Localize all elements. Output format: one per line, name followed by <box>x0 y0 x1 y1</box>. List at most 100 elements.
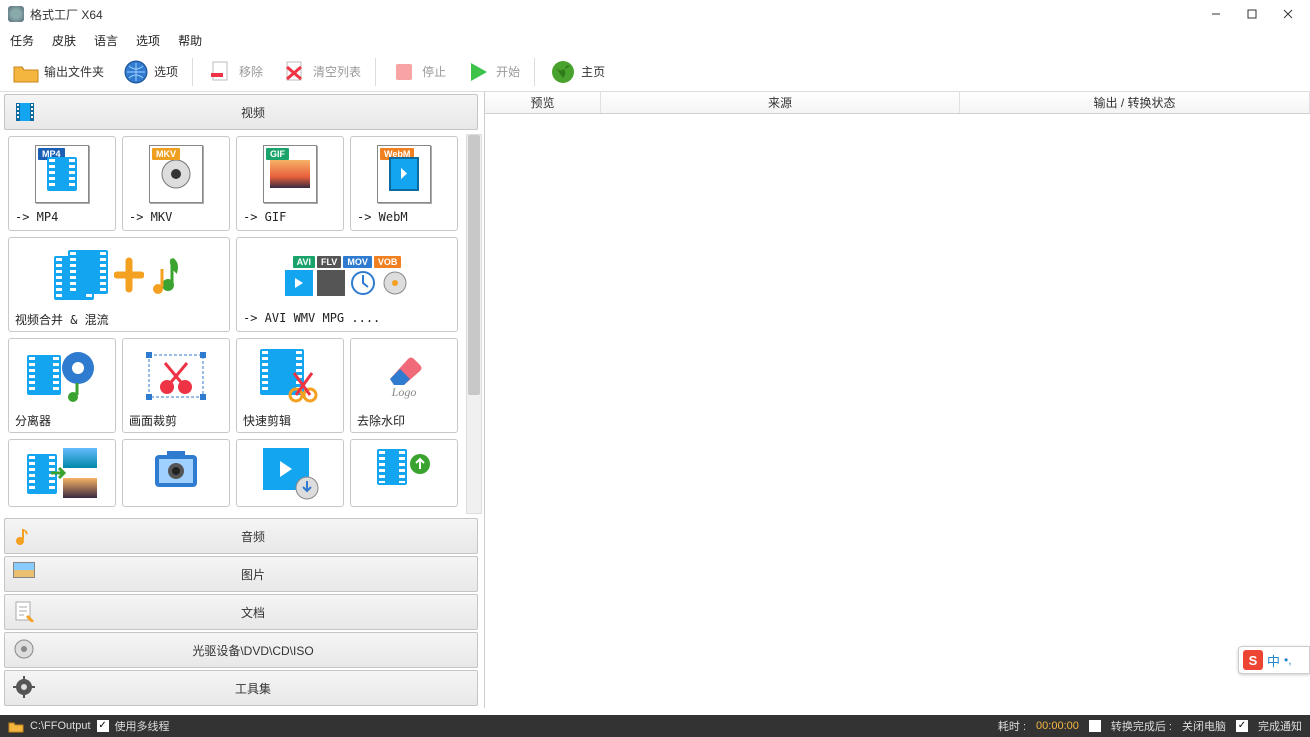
output-folder-button[interactable]: 输出文件夹 <box>8 56 108 88</box>
remove-button[interactable]: 移除 <box>203 56 267 88</box>
clear-list-icon <box>281 58 309 86</box>
folder-icon <box>12 58 40 86</box>
menubar: 任务 皮肤 语言 选项 帮助 <box>0 28 1310 52</box>
category-audio-label: 音频 <box>37 528 469 545</box>
tile-video-download[interactable] <box>236 439 344 507</box>
tile-mkv[interactable]: MKV -> MKV <box>122 136 230 231</box>
category-picture-label: 图片 <box>37 566 469 583</box>
category-video-label: 视频 <box>37 104 469 121</box>
tile-mkv-label: -> MKV <box>123 210 229 230</box>
category-picture[interactable]: 图片 <box>4 556 478 592</box>
tile-crop[interactable]: 画面裁剪 <box>122 338 230 433</box>
output-folder-label: 输出文件夹 <box>44 63 104 80</box>
category-audio[interactable]: 音频 <box>4 518 478 554</box>
menu-task[interactable]: 任务 <box>10 32 34 49</box>
category-video[interactable]: 视频 <box>4 94 478 130</box>
category-list: 音频 图片 文档 光驱设备\DVD\CD\ISO 工具集 <box>0 516 484 708</box>
output-path[interactable]: C:\FFOutput <box>30 720 91 732</box>
film-icon <box>13 100 37 124</box>
tile-splitter-label: 分离器 <box>9 412 115 432</box>
notify-checkbox[interactable] <box>1236 720 1248 732</box>
multithread-checkbox[interactable] <box>97 720 109 732</box>
col-source[interactable]: 来源 <box>601 92 960 113</box>
tile-collage[interactable] <box>8 439 116 507</box>
multithread-label: 使用多线程 <box>115 718 170 734</box>
elapsed-value: 00:00:00 <box>1036 720 1079 732</box>
menu-language[interactable]: 语言 <box>94 32 118 49</box>
menu-options[interactable]: 选项 <box>136 32 160 49</box>
tile-watermark-label: 去除水印 <box>351 412 457 432</box>
globe-options-icon <box>122 58 150 86</box>
audio-icon <box>13 524 37 548</box>
tile-avi-more[interactable]: AVI FLV MOV VOB -> AVI WMV MPG .... <box>236 237 458 332</box>
mkv-badge: MKV <box>152 148 180 160</box>
tile-remove-watermark[interactable]: Logo 去除水印 <box>350 338 458 433</box>
close-button[interactable] <box>1274 4 1302 24</box>
home-globe-icon <box>549 58 577 86</box>
app-icon <box>8 6 24 22</box>
video-tiles-area: MP4 -> MP4 MKV -> MKV GIF -> GIF WebM ->… <box>0 132 484 516</box>
category-toolset[interactable]: 工具集 <box>4 670 478 706</box>
folder-small-icon <box>8 719 24 733</box>
col-preview[interactable]: 预览 <box>485 92 601 113</box>
toolbar-separator-3 <box>534 58 535 86</box>
after-label: 转换完成后 : <box>1111 718 1172 734</box>
tile-quickcut[interactable]: 快速剪辑 <box>236 338 344 433</box>
music-note-icon <box>148 253 184 297</box>
tile-gif-label: -> GIF <box>237 210 343 230</box>
clear-list-label: 清空列表 <box>313 63 361 80</box>
scrollbar[interactable] <box>466 134 482 514</box>
stop-label: 停止 <box>422 63 446 80</box>
category-dvd[interactable]: 光驱设备\DVD\CD\ISO <box>4 632 478 668</box>
tile-gif[interactable]: GIF -> GIF <box>236 136 344 231</box>
ime-widget[interactable]: S 中 •, <box>1238 646 1310 674</box>
ime-dots: •, <box>1284 653 1292 667</box>
titlebar: 格式工厂 X64 <box>0 0 1310 28</box>
homepage-label: 主页 <box>581 63 605 80</box>
window-title: 格式工厂 X64 <box>30 6 1202 23</box>
tile-webm-label: -> WebM <box>351 210 457 230</box>
minimize-button[interactable] <box>1202 4 1230 24</box>
gif-badge: GIF <box>266 148 289 160</box>
after-value: 关闭电脑 <box>1182 718 1226 734</box>
category-dvd-label: 光驱设备\DVD\CD\ISO <box>37 642 469 659</box>
clear-list-button[interactable]: 清空列表 <box>277 56 365 88</box>
tile-upload[interactable] <box>350 439 458 507</box>
stop-button[interactable]: 停止 <box>386 56 450 88</box>
disc-icon <box>13 638 37 662</box>
remove-icon <box>207 58 235 86</box>
left-panel: 视频 MP4 -> MP4 MKV -> MKV GIF -> GIF WebM <box>0 92 485 708</box>
gear-icon <box>13 676 37 700</box>
tile-screen-record[interactable] <box>122 439 230 507</box>
homepage-button[interactable]: 主页 <box>545 56 609 88</box>
stop-icon <box>390 58 418 86</box>
start-label: 开始 <box>496 63 520 80</box>
tile-video-join[interactable]: 视频合并 & 混流 <box>8 237 230 332</box>
tile-mp4[interactable]: MP4 -> MP4 <box>8 136 116 231</box>
tile-webm[interactable]: WebM -> WebM <box>350 136 458 231</box>
toolbar-separator <box>192 58 193 86</box>
plus-icon <box>114 255 144 295</box>
play-icon <box>464 58 492 86</box>
category-document[interactable]: 文档 <box>4 594 478 630</box>
notify-label: 完成通知 <box>1258 718 1302 734</box>
elapsed-label: 耗时 : <box>998 718 1026 734</box>
logo-text: Logo <box>392 385 417 400</box>
tile-splitter[interactable]: 分离器 <box>8 338 116 433</box>
options-button[interactable]: 选项 <box>118 56 182 88</box>
col-status[interactable]: 输出 / 转换状态 <box>960 92 1310 113</box>
toolbar-separator-2 <box>375 58 376 86</box>
remove-label: 移除 <box>239 63 263 80</box>
after-checkbox[interactable] <box>1089 720 1101 732</box>
tile-mp4-label: -> MP4 <box>9 210 115 230</box>
tile-quickcut-label: 快速剪辑 <box>237 412 343 432</box>
scrollbar-thumb[interactable] <box>468 135 480 395</box>
tile-join-label: 视频合并 & 混流 <box>9 311 229 331</box>
menu-help[interactable]: 帮助 <box>178 32 202 49</box>
ime-logo: S <box>1243 650 1263 670</box>
eraser-icon <box>384 351 424 385</box>
menu-skin[interactable]: 皮肤 <box>52 32 76 49</box>
start-button[interactable]: 开始 <box>460 56 524 88</box>
maximize-button[interactable] <box>1238 4 1266 24</box>
tile-crop-label: 画面裁剪 <box>123 412 229 432</box>
